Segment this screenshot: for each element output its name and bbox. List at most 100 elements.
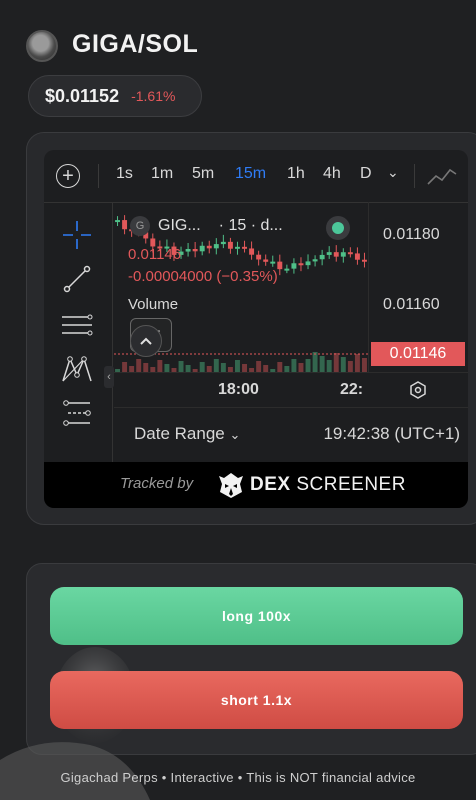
volume-bar [277, 362, 283, 372]
tracked-by-label: Tracked by [120, 475, 194, 492]
candle-body [277, 261, 283, 270]
candle-body [249, 248, 255, 255]
long-button[interactable]: long 100x [50, 587, 463, 645]
candle-body [298, 263, 304, 266]
volume-bar [178, 361, 184, 372]
candle-body [227, 241, 233, 249]
volume-bar [319, 356, 325, 372]
dexscreener-logo-icon [219, 473, 243, 498]
token-price: $0.01152 [45, 85, 120, 106]
timeframe-15m[interactable]: 15m [235, 165, 266, 183]
candle-body [340, 252, 346, 257]
chart-toolbar: + 1s 1m 5m 15m 1h 4h D ⌄ [44, 150, 468, 203]
legend-volume: Volume [128, 296, 179, 313]
symbol-interval: · 15 · d... [218, 217, 283, 234]
timeframe-4h[interactable]: 4h [323, 165, 341, 183]
candle-body [270, 261, 276, 264]
timeframe-1m[interactable]: 1m [151, 165, 173, 183]
candle-body [192, 248, 198, 252]
current-price-tag: 0.01146 [371, 342, 465, 366]
date-range-label: Date Range [134, 424, 225, 443]
volume-bar [122, 362, 128, 372]
volume-bar [354, 354, 360, 372]
time-axis[interactable]: 18:00 22: [114, 372, 468, 408]
price-axis[interactable]: 0.01180 0.01160 0.01146 [368, 202, 468, 372]
candle-body [115, 220, 120, 223]
candle-body [362, 259, 367, 262]
plus-circle-icon[interactable]: + [56, 164, 80, 188]
short-button[interactable]: short 1.1x [50, 671, 463, 729]
timeframe-5m[interactable]: 5m [192, 165, 214, 183]
legend-symbol: G GIG... · 15 · d... [130, 216, 283, 236]
trend-line-icon[interactable] [60, 262, 94, 296]
dexscreener-wordmark: DEX SCREENER [250, 474, 406, 496]
pair-title: GIGA/SOL [72, 30, 199, 58]
live-status-dot [326, 216, 350, 240]
candle-body [333, 252, 339, 257]
symbol-badge: G [130, 216, 150, 236]
volume-bar [326, 360, 332, 372]
candle-body [235, 246, 240, 249]
settings-hexagon-icon[interactable] [408, 380, 428, 400]
toolbar-divider [98, 164, 99, 188]
volume-bar [136, 359, 142, 372]
dexscreener-banner[interactable]: Tracked by DEX SCREENER [44, 462, 468, 508]
price-axis-label: 0.01160 [383, 296, 440, 313]
time-axis-label: 22: [340, 381, 364, 398]
brand-bold: DEX [250, 474, 291, 495]
volume-bar [157, 360, 163, 372]
price-axis-label: 0.01180 [383, 226, 440, 243]
utc-clock[interactable]: 19:42:38 (UTC+1) [323, 424, 460, 444]
candle-body [291, 263, 297, 269]
candle-body [305, 261, 311, 266]
chevron-down-icon[interactable]: ⌄ [387, 164, 399, 181]
crosshair-icon[interactable] [60, 218, 94, 252]
candle-body [354, 253, 360, 260]
timeframe-d[interactable]: D [360, 165, 372, 183]
volume-bar [185, 365, 191, 372]
volume-bar [235, 360, 240, 372]
pattern-icon[interactable] [60, 352, 94, 386]
line-chart-icon[interactable] [426, 164, 458, 188]
drawing-toolbar [44, 202, 113, 462]
volume-bar [242, 364, 247, 372]
projection-icon[interactable] [60, 396, 94, 430]
volume-bar [340, 357, 346, 372]
time-axis-label: 18:00 [218, 381, 259, 398]
price-change: -1.61% [131, 88, 176, 104]
timeframe-1s[interactable]: 1s [116, 165, 133, 183]
volume-bar [312, 352, 318, 372]
candle-body [213, 244, 219, 249]
volume-bar [143, 363, 149, 372]
candle-body [242, 246, 247, 249]
legend-price: 0.01146 [128, 246, 182, 263]
candle-body [284, 268, 290, 271]
brand-rest: SCREENER [296, 474, 406, 495]
fib-retracement-icon[interactable] [60, 308, 94, 342]
candle-body [122, 220, 128, 230]
candle-body [256, 254, 262, 260]
volume-bar [347, 361, 353, 372]
chevron-down-icon: ⌄ [229, 427, 241, 442]
candle-body [319, 254, 325, 260]
legend-change: -0.00004000 (−0.35%) [128, 268, 278, 285]
token-avatar [26, 30, 58, 62]
candle-body [326, 252, 332, 255]
timeframe-1h[interactable]: 1h [287, 165, 305, 183]
candle-body [220, 241, 226, 245]
candle-body [263, 259, 269, 262]
volume-bar [291, 359, 297, 372]
date-range-button[interactable]: Date Range ⌄ [134, 424, 240, 444]
candle-body [312, 259, 318, 262]
volume-bar [333, 353, 339, 372]
price-pill: $0.01152 -1.61% [28, 75, 202, 117]
volume-bar [199, 362, 205, 372]
chevron-up-icon[interactable] [130, 325, 162, 357]
volume-bar [305, 359, 311, 372]
symbol-name[interactable]: GIG... [158, 217, 201, 235]
collapse-sidebar-arrow[interactable]: ‹ [104, 366, 114, 388]
volume-bar [298, 363, 304, 372]
volume-bar [362, 358, 367, 372]
toolbar-divider [414, 164, 415, 188]
chart-bottom-bar: Date Range ⌄ 19:42:38 (UTC+1) [114, 408, 468, 460]
